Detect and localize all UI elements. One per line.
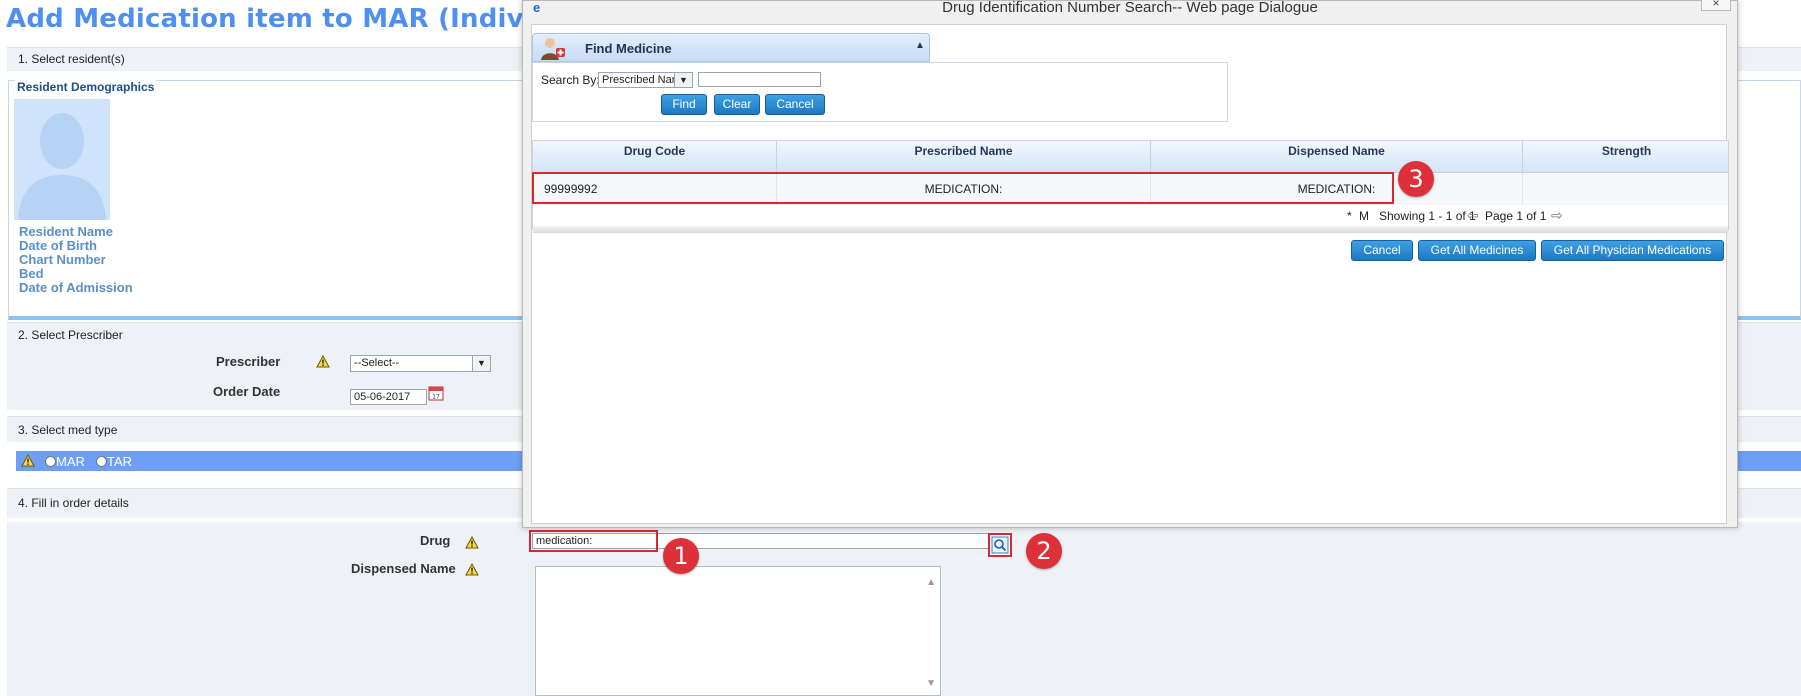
column-dispensed-name[interactable]: Dispensed Name [1151,141,1523,173]
dialog-body: Find Medicine ▲ Search By: Prescribed Na… [531,24,1730,524]
svg-text:17: 17 [432,394,440,401]
chevron-down-icon: ▼ [674,73,692,87]
warning-icon [316,355,330,368]
resident-avatar [14,99,110,220]
order-date-input[interactable]: 05-06-2017 [350,389,427,405]
find-medicine-panel: Search By: Prescribed Name ▼ Find Clear … [532,62,1228,122]
pager-showing: Showing 1 - 1 of 1 [1379,209,1476,223]
tar-radio-label: TAR [107,454,133,469]
close-icon[interactable]: × [1701,0,1731,11]
search-icon [991,536,1009,554]
dialog-title: Drug Identification Number Search-- Web … [942,0,1318,16]
avatar-silhouette-icon [18,113,106,220]
annotation-badge-1: 1 [663,538,699,574]
grid-pager: * M Showing 1 - 1 of 1 ⇦ Page 1 of 1 ⇨ [533,205,1728,233]
drug-label: Drug [420,533,451,548]
resident-demographics-legend: Resident Demographics [15,80,157,94]
search-by-select[interactable]: Prescribed Name ▼ [598,72,693,88]
get-all-medicines-button[interactable]: Get All Medicines [1418,240,1536,261]
section-select-med-type-label: 3. Select med type [18,423,118,437]
prescriber-label: Prescriber [216,354,281,369]
tar-radio[interactable] [96,456,107,467]
grid-scrollbar[interactable] [533,226,1728,233]
section-select-prescriber-label: 2. Select Prescriber [18,328,123,342]
med-type-mar-option[interactable]: MAR [45,454,85,469]
order-date-label: Order Date [213,384,281,399]
med-type-tar-option[interactable]: TAR [96,454,132,469]
prev-page-icon[interactable]: ⇦ [1467,207,1479,224]
search-input[interactable] [698,72,821,87]
calendar-icon[interactable]: 17 [428,385,444,401]
pager-page: Page 1 of 1 [1485,209,1547,223]
mar-radio-label: MAR [56,454,85,469]
collapse-icon[interactable]: ▲ [915,40,925,51]
section-fill-order-label: 4. Fill in order details [18,496,129,510]
pager-marker: * [1347,209,1352,223]
mar-radio[interactable] [45,456,56,467]
page-title: Add Medication item to MAR (Individual) [6,4,610,34]
drug-search-button[interactable] [988,533,1012,557]
pager-mode: M [1359,209,1369,223]
find-button[interactable]: Find [661,94,707,115]
cell-strength [1523,173,1730,205]
warning-icon [465,563,479,576]
cancel-search-button[interactable]: Cancel [765,94,825,115]
section-select-resident-label: 1. Select resident(s) [18,52,125,66]
warning-icon [21,454,35,467]
bed-label: Bed [19,266,44,281]
annotation-box-1 [529,530,658,552]
annotation-box-3 [532,172,1394,204]
pharmacist-icon [541,38,565,60]
warning-icon [465,536,479,549]
annotation-badge-2: 2 [1026,533,1062,569]
clear-button[interactable]: Clear [714,94,760,115]
get-all-physician-medications-button[interactable]: Get All Physician Medications [1541,240,1724,261]
resident-name-label: Resident Name [19,224,113,239]
next-page-icon[interactable]: ⇨ [1551,207,1563,224]
find-medicine-header[interactable]: Find Medicine ▲ [532,33,930,62]
chart-number-label: Chart Number [19,252,106,267]
annotation-badge-3: 3 [1398,161,1434,197]
search-by-label: Search By: [541,73,600,87]
dispensed-name-label: Dispensed Name [351,561,456,576]
date-of-admission-label: Date of Admission [19,280,133,295]
date-of-birth-label: Date of Birth [19,238,97,253]
column-prescribed-name[interactable]: Prescribed Name [777,141,1151,173]
find-medicine-title: Find Medicine [585,41,672,56]
scroll-up-icon[interactable]: ▲ [926,577,936,588]
column-drug-code[interactable]: Drug Code [533,141,777,173]
grid-header: Drug Code Prescribed Name Dispensed Name… [533,141,1728,173]
scroll-down-icon[interactable]: ▼ [926,678,936,689]
dispensed-name-textarea[interactable]: ▲ ▼ [535,566,941,696]
cancel-button[interactable]: Cancel [1351,240,1413,261]
column-strength[interactable]: Strength [1523,141,1730,173]
prescriber-select[interactable]: --Select-- ▼ [350,355,491,372]
chevron-down-icon: ▼ [472,356,490,371]
drug-search-dialog: e Drug Identification Number Search-- We… [522,0,1738,528]
prescriber-select-value: --Select-- [354,357,400,369]
